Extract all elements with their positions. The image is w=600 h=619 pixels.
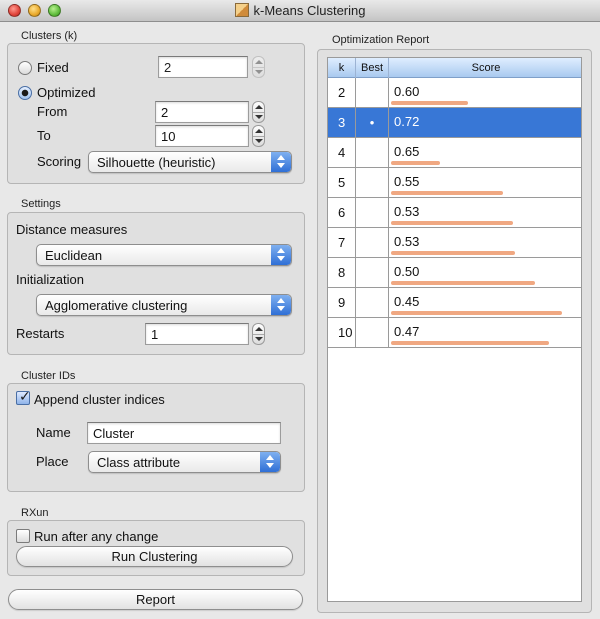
scoring-select[interactable]: Silhouette (heuristic) <box>88 151 292 173</box>
optimized-radio[interactable] <box>18 86 32 100</box>
cell-score: 0.72 <box>394 114 420 129</box>
table-row[interactable]: 8 0.50 <box>328 258 581 288</box>
cell-best <box>356 78 389 108</box>
score-bar <box>391 281 535 285</box>
fixed-k-stepper[interactable] <box>252 56 265 78</box>
table-row[interactable]: 10 0.47 <box>328 318 581 348</box>
from-label: From <box>37 104 68 119</box>
table-row[interactable]: 6 0.53 <box>328 198 581 228</box>
cluster-ids-group-title: Cluster IDs <box>21 370 76 382</box>
chevron-updown-icon <box>271 152 291 172</box>
cell-k: 8 <box>328 258 356 288</box>
cell-best <box>356 288 389 318</box>
append-indices-label: Append cluster indices <box>34 392 165 407</box>
cell-k: 5 <box>328 168 356 198</box>
scoring-select-value: Silhouette (heuristic) <box>97 155 216 170</box>
table-row[interactable]: 2 0.60 <box>328 78 581 108</box>
report-group-title: Optimization Report <box>332 34 430 46</box>
distance-label: Distance measures <box>16 222 128 237</box>
cell-k: 10 <box>328 318 356 348</box>
cell-best: • <box>356 108 389 138</box>
restarts-input[interactable]: 1 <box>145 323 249 345</box>
cell-k: 7 <box>328 228 356 258</box>
distance-select-value: Euclidean <box>45 248 103 263</box>
score-bar <box>391 101 468 105</box>
score-bar <box>391 221 513 225</box>
cell-k: 9 <box>328 288 356 318</box>
append-indices-checkbox[interactable]: ✓ <box>16 388 31 405</box>
cell-best <box>356 258 389 288</box>
cell-best <box>356 168 389 198</box>
cluster-name-input[interactable]: Cluster <box>87 422 281 444</box>
fixed-radio[interactable] <box>18 61 32 75</box>
column-header-score[interactable]: Score <box>389 58 581 78</box>
table-row[interactable]: 4 0.65 <box>328 138 581 168</box>
run-group-title: RXun <box>21 507 49 519</box>
title-bar[interactable]: k-Means Clustering <box>0 0 600 22</box>
scoring-label: Scoring <box>37 154 82 169</box>
score-bar <box>391 251 515 255</box>
table-header: k Best Score <box>328 58 581 78</box>
window-title: k-Means Clustering <box>253 3 366 18</box>
optimization-table[interactable]: k Best Score 2 0.60 3 • 0.72 4 0.65 5 0.55 6 0.53 7… <box>327 57 582 602</box>
clusters-group-title: Clusters (k) <box>21 30 78 42</box>
run-after-change-checkbox[interactable] <box>16 529 30 543</box>
restarts-label: Restarts <box>16 326 65 341</box>
settings-group-title: Settings <box>21 198 61 210</box>
cell-k: 2 <box>328 78 356 108</box>
window-title-wrap: k-Means Clustering <box>0 3 600 18</box>
restarts-stepper[interactable] <box>252 323 265 345</box>
cell-best <box>356 318 389 348</box>
name-label: Name <box>36 425 71 440</box>
column-header-best[interactable]: Best <box>356 58 389 78</box>
score-bar <box>391 161 440 165</box>
to-k-input[interactable]: 10 <box>155 125 249 147</box>
table-row[interactable]: 7 0.53 <box>328 228 581 258</box>
fixed-k-input[interactable]: 2 <box>158 56 248 78</box>
chevron-updown-icon <box>271 295 291 315</box>
optimized-label: Optimized <box>37 85 96 100</box>
cell-best <box>356 138 389 168</box>
run-clustering-button[interactable]: Run Clustering <box>16 546 293 567</box>
cell-k: 3 <box>328 108 356 138</box>
table-row[interactable]: 9 0.45 <box>328 288 581 318</box>
to-label: To <box>37 128 51 143</box>
table-row[interactable]: 3 • 0.72 <box>328 108 581 138</box>
place-select-value: Class attribute <box>97 455 181 470</box>
initialization-select[interactable]: Agglomerative clustering <box>36 294 292 316</box>
score-bar <box>391 311 562 315</box>
cell-best <box>356 198 389 228</box>
to-k-stepper[interactable] <box>252 125 265 147</box>
initialization-label: Initialization <box>16 272 84 287</box>
place-label: Place <box>36 454 69 469</box>
distance-select[interactable]: Euclidean <box>36 244 292 266</box>
table-row[interactable]: 5 0.55 <box>328 168 581 198</box>
from-k-stepper[interactable] <box>252 101 265 123</box>
checkmark-icon: ✓ <box>19 388 31 404</box>
cell-k: 6 <box>328 198 356 228</box>
place-select[interactable]: Class attribute <box>88 451 281 473</box>
chevron-updown-icon <box>271 245 291 265</box>
chevron-updown-icon <box>260 452 280 472</box>
initialization-select-value: Agglomerative clustering <box>45 298 188 313</box>
run-after-change-label: Run after any change <box>34 529 159 544</box>
score-bar <box>391 191 503 195</box>
from-k-input[interactable]: 2 <box>155 101 249 123</box>
score-bar <box>391 341 549 345</box>
app-icon <box>234 3 249 17</box>
report-button[interactable]: Report <box>8 589 303 610</box>
kmeans-window: k-Means Clustering Clusters (k) Fixed 2 … <box>0 0 600 619</box>
fixed-label: Fixed <box>37 60 69 75</box>
column-header-k[interactable]: k <box>328 58 356 78</box>
cell-best <box>356 228 389 258</box>
cell-k: 4 <box>328 138 356 168</box>
